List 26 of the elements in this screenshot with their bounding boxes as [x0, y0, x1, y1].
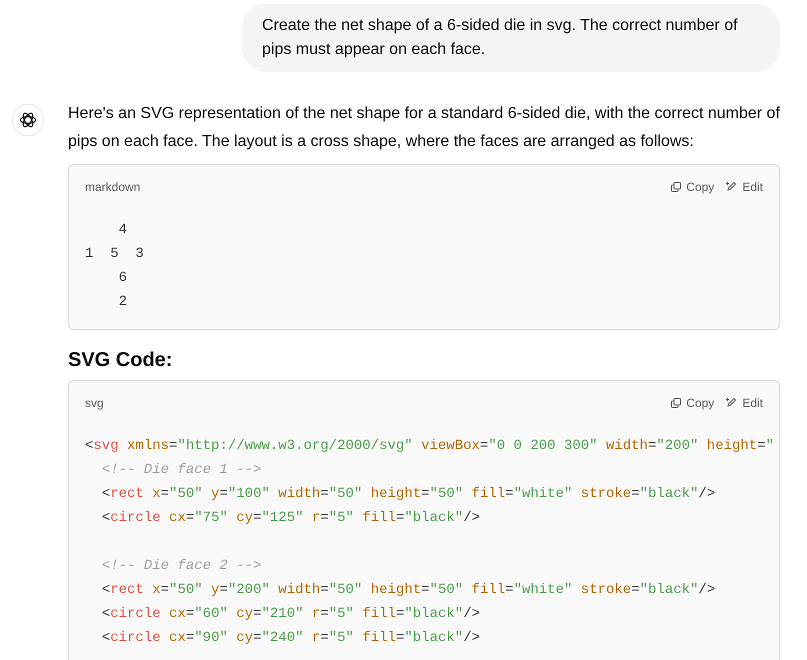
edit-button[interactable]: Edit — [726, 179, 763, 195]
pencil-sparkle-icon — [726, 397, 738, 409]
pencil-sparkle-icon — [726, 181, 738, 193]
code-line: <!-- Die face 2 --> — [100, 557, 262, 576]
code-line: <rect x="50" y="100" width="50" height="50" fill="white" stroke="black"/> — [100, 485, 716, 504]
code-language: svg — [85, 395, 104, 411]
edit-button[interactable]: Edit — [726, 395, 763, 411]
code-line: <!-- Die face 1 --> — [100, 461, 262, 480]
user-message: Create the net shape of a 6-sided die in svg. The correct number of pips must appear on each face. — [242, 4, 780, 72]
code-line: 6 — [118, 269, 128, 288]
code-line: 2 — [118, 293, 128, 312]
copy-button[interactable]: Copy — [670, 179, 714, 195]
copy-icon — [670, 181, 682, 193]
code-line: <circle cx="75" cy="125" r="5" fill="black"/> — [100, 509, 480, 528]
copy-icon — [670, 397, 682, 409]
code-line: 4 — [118, 221, 128, 240]
code-language: markdown — [85, 179, 140, 195]
code-line: <svg xmlns="http://www.w3.org/2000/svg" viewBox="0 0 200 300" width="200" height=" — [85, 437, 774, 456]
assistant-message: Here's an SVG representation of the net shape for a standard 6-sided die, with the correct number of pips on each face. The layout is a cross shape, where the faces are arranged as follows: — [68, 104, 780, 152]
code-line: <rect x="50" y="200" width="50" height="50" fill="white" stroke="black"/> — [100, 581, 716, 600]
code-line: <circle cx="90" cy="240" r="5" fill="black"/> — [100, 629, 480, 648]
code-line: 1 5 3 — [85, 245, 144, 264]
copy-button[interactable]: Copy — [670, 395, 714, 411]
code-line: <circle cx="60" cy="210" r="5" fill="black"/> — [100, 605, 480, 624]
section-heading: SVG Code: — [68, 348, 174, 373]
logo-icon — [19, 111, 37, 129]
